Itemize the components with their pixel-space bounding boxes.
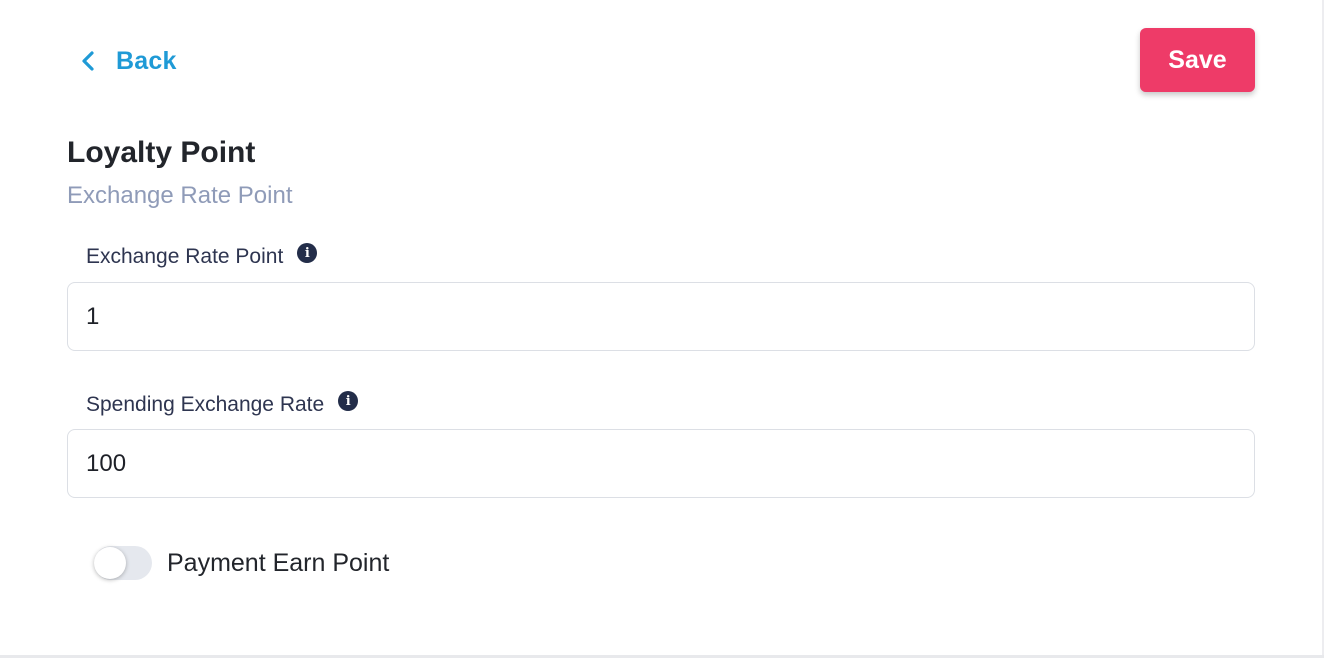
payment-earn-point-row: Payment Earn Point (94, 546, 389, 580)
back-button[interactable]: Back (76, 42, 177, 80)
back-label: Back (116, 46, 177, 75)
page-subtitle: Exchange Rate Point (67, 182, 293, 209)
page-title: Loyalty Point (67, 136, 256, 169)
toggle-knob (94, 547, 126, 579)
loyalty-point-page: Back Save Loyalty Point Exchange Rate Po… (0, 0, 1324, 658)
save-button[interactable]: Save (1140, 28, 1255, 92)
spending-exchange-rate-input[interactable] (67, 429, 1255, 498)
exchange-rate-point-label: Exchange Rate Point (86, 245, 284, 268)
spending-exchange-rate-label: Spending Exchange Rate (86, 393, 325, 416)
payment-earn-point-label: Payment Earn Point (167, 548, 390, 577)
info-icon[interactable]: i (338, 391, 359, 411)
spending-exchange-rate-label-row: Spending Exchange Rate i (86, 391, 359, 417)
exchange-rate-point-label-row: Exchange Rate Point i (86, 243, 318, 269)
exchange-rate-point-input[interactable] (67, 282, 1255, 351)
info-icon[interactable]: i (297, 243, 318, 263)
chevron-left-icon (76, 49, 100, 73)
payment-earn-point-toggle[interactable] (94, 546, 152, 580)
